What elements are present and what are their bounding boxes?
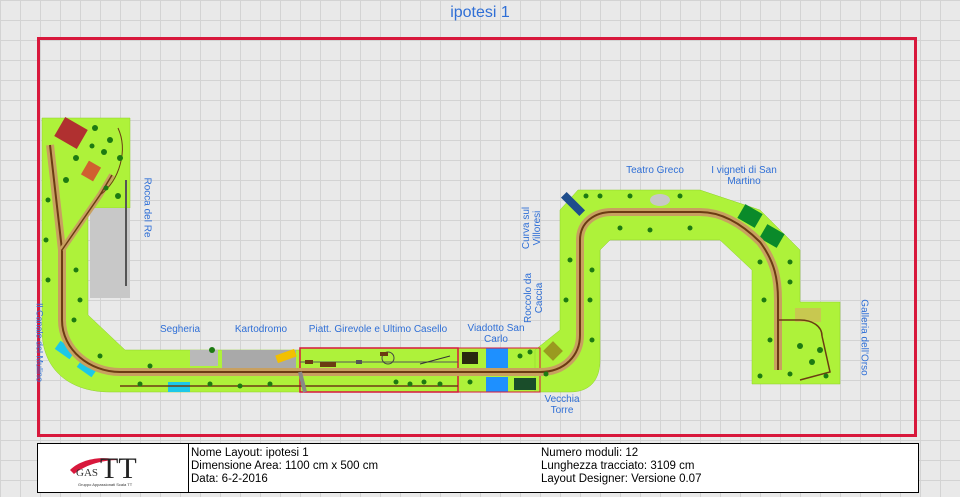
viadotto-structure xyxy=(462,352,478,364)
svg-text:GAS: GAS xyxy=(76,467,98,479)
info-nome: Nome Layout: ipotesi 1 xyxy=(191,447,309,459)
info-designer: Layout Designer: Versione 0.07 xyxy=(541,473,702,485)
wagon-4 xyxy=(356,360,362,364)
module-baseboards xyxy=(41,117,841,393)
river-top xyxy=(486,348,508,370)
info-dimensione: Dimensione Area: 1100 cm x 500 cm xyxy=(191,460,379,472)
label-piatt: Piatt. Girevole e Ultimo Casello xyxy=(308,324,448,335)
label-curva-villoresi: Curva sul Villoresi xyxy=(521,206,543,250)
label-kartodromo: Kartodromo xyxy=(234,324,288,335)
label-rocca-del-re: Rocca del Re xyxy=(141,177,153,238)
river-bottom xyxy=(486,377,508,392)
label-vecchia-torre: Vecchia Torre xyxy=(544,394,580,416)
label-vigneti: I vigneti di San Martino xyxy=(711,165,777,187)
wagon-1 xyxy=(305,360,313,364)
rocca-del-re-building xyxy=(90,208,130,298)
label-teatro-greco: Teatro Greco xyxy=(626,165,684,176)
logo-graphic: GAS TT Gruppo Appassionati Scala TT xyxy=(70,452,137,487)
svg-text:TT: TT xyxy=(100,452,137,485)
pool-3 xyxy=(168,382,190,392)
info-panel: GAS TT Gruppo Appassionati Scala TT Nome… xyxy=(37,443,919,493)
info-lunghezza: Lunghezza tracciato: 3109 cm xyxy=(541,460,695,472)
label-left-edge: Il Canale del Mulino xyxy=(34,302,45,383)
label-roccolo: Roccolo da Caccia xyxy=(523,272,545,324)
bridge-deck xyxy=(514,378,536,390)
main-track xyxy=(49,144,779,373)
label-segheria: Segheria xyxy=(159,324,201,335)
teatro-greco-building xyxy=(650,194,670,206)
label-viadotto: Viadotto San Carlo xyxy=(467,323,525,345)
main-track-bed xyxy=(46,144,782,376)
track-layout xyxy=(41,116,841,393)
wall-line xyxy=(125,180,127,286)
wagon-2 xyxy=(320,362,336,367)
gas-tt-logo: GAS TT Gruppo Appassionati Scala TT xyxy=(38,444,189,492)
label-galleria: Galleria dell'Orso xyxy=(858,299,870,376)
info-data: Data: 6-2-2016 xyxy=(191,473,268,485)
svg-text:Gruppo Appassionati Scala TT: Gruppo Appassionati Scala TT xyxy=(78,482,133,487)
wagon-3 xyxy=(380,352,388,356)
info-moduli: Numero moduli: 12 xyxy=(541,447,639,459)
